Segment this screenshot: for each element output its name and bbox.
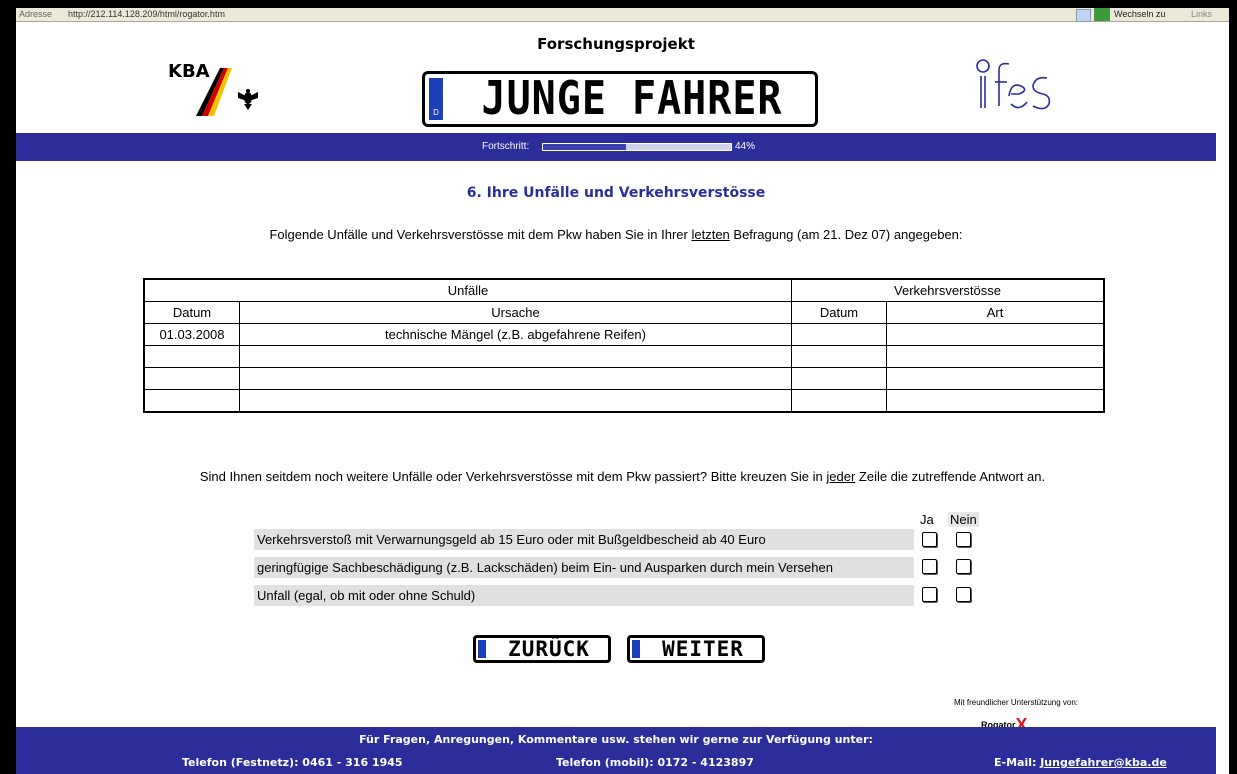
- ja-checkbox-row-1[interactable]: [922, 532, 937, 547]
- group-header-verkehrsverstoesse: Verkehrsverstösse: [791, 278, 1105, 302]
- table-column-header-row: Datum Ursache Datum Art: [143, 301, 1105, 324]
- column-header: Datum: [791, 301, 887, 324]
- progress-label: Fortschritt:: [482, 141, 530, 152]
- footer-phone-landline: Telefon (Festnetz): 0461 - 316 1945: [182, 756, 403, 769]
- group-header-unfaelle: Unfälle: [143, 278, 792, 302]
- ifes-logo: [971, 56, 1061, 116]
- address-label: Adresse: [19, 9, 53, 19]
- ja-column-label: Ja: [920, 512, 934, 527]
- junge-fahrer-plate-logo: D JUNGE FAHRER: [422, 71, 818, 127]
- question-row-3: Unfall (egal, ob mit oder ohne Schuld): [254, 585, 914, 606]
- table-row: 01.03.2008 technische Mängel (z.B. abgef…: [143, 323, 1105, 346]
- question-row-1: Verkehrsverstoß mit Verwarnungsgeld ab 1…: [254, 529, 914, 550]
- go-arrow-icon[interactable]: [1094, 8, 1110, 21]
- project-title: Forschungsprojekt: [537, 35, 695, 53]
- address-input[interactable]: http://212.114.128.209/html/rogator.htm: [68, 8, 225, 21]
- table-cell: technische Mängel (z.B. abgefahrene Reif…: [239, 323, 792, 346]
- footer: Für Fragen, Anregungen, Kommentare usw. …: [16, 727, 1216, 774]
- column-header: Art: [886, 301, 1105, 324]
- eu-plate-band-icon: D: [429, 78, 443, 120]
- column-header: Datum: [143, 301, 240, 324]
- email-link[interactable]: Jungefahrer@kba.de: [1040, 756, 1167, 769]
- table-row: [143, 345, 1105, 368]
- ifes-logo-icon: [976, 59, 1051, 110]
- table-cell: [791, 389, 887, 413]
- nein-checkbox-row-3[interactable]: [956, 587, 971, 602]
- table-cell: [143, 345, 240, 368]
- plate-text: JUNGE FAHRER: [481, 72, 783, 126]
- table-cell: [886, 323, 1105, 346]
- back-button[interactable]: ZURÜCK: [473, 635, 611, 663]
- chevron-down-icon[interactable]: [1076, 9, 1091, 22]
- footer-phone-mobile: Telefon (mobil): 0172 - 4123897: [556, 756, 754, 769]
- go-button[interactable]: Wechseln zu: [1114, 8, 1165, 21]
- table-cell: [791, 367, 887, 390]
- progress-bar-strip: Fortschritt: 44%: [16, 133, 1216, 161]
- links-button[interactable]: Links: [1191, 8, 1212, 21]
- table-cell: [143, 367, 240, 390]
- table-row: [143, 367, 1105, 390]
- table-cell: [886, 345, 1105, 368]
- table-cell: 01.03.2008: [143, 323, 240, 346]
- table-cell: [239, 345, 792, 368]
- table-cell: [886, 367, 1105, 390]
- question-text: Sind Ihnen seitdem noch weitere Unfälle …: [199, 469, 1046, 484]
- column-header: Ursache: [239, 301, 792, 324]
- table-cell: [239, 389, 792, 413]
- address-bar: Adresse http://212.114.128.209/html/roga…: [16, 8, 1229, 22]
- question-row-2: geringfügige Sachbeschädigung (z.B. Lack…: [254, 557, 914, 578]
- support-text: Mit freundlicher Unterstützung von:: [953, 698, 1079, 707]
- browser-window: Adresse http://212.114.128.209/html/roga…: [16, 8, 1229, 774]
- eu-plate-band-icon: [478, 640, 486, 658]
- table-cell: [791, 323, 887, 346]
- table-cell: [886, 389, 1105, 413]
- progress-percent: 44%: [735, 141, 756, 152]
- section-title: 6. Ihre Unfälle und Verkehrsverstösse: [466, 185, 766, 201]
- previous-accidents-table: Unfälle Verkehrsverstösse Datum Ursache …: [143, 278, 1105, 413]
- nein-column-label: Nein: [948, 512, 979, 527]
- next-button[interactable]: WEITER: [627, 635, 765, 663]
- table-cell: [791, 345, 887, 368]
- footer-email: E-Mail: Jungefahrer@kba.de: [994, 756, 1167, 769]
- nein-checkbox-row-2[interactable]: [956, 559, 971, 574]
- ja-checkbox-row-2[interactable]: [922, 559, 937, 574]
- back-button-label: ZURÜCK: [508, 637, 590, 661]
- intro-text: Folgende Unfälle und Verkehrsverstösse m…: [269, 227, 963, 242]
- kba-flag-stripes-icon: [196, 68, 258, 116]
- ja-checkbox-row-3[interactable]: [922, 587, 937, 602]
- table-group-header-row: Unfälle Verkehrsverstösse: [143, 278, 1105, 302]
- table-cell: [143, 389, 240, 413]
- progress-fill: [543, 144, 626, 150]
- progress-bar: [542, 143, 732, 151]
- nein-checkbox-row-1[interactable]: [956, 532, 971, 547]
- table-cell: [239, 367, 792, 390]
- next-button-label: WEITER: [662, 637, 744, 661]
- table-row: [143, 389, 1105, 413]
- kba-logo: KBA: [156, 54, 286, 124]
- footer-contact-intro: Für Fragen, Anregungen, Kommentare usw. …: [359, 733, 873, 746]
- eu-plate-band-icon: [632, 640, 640, 658]
